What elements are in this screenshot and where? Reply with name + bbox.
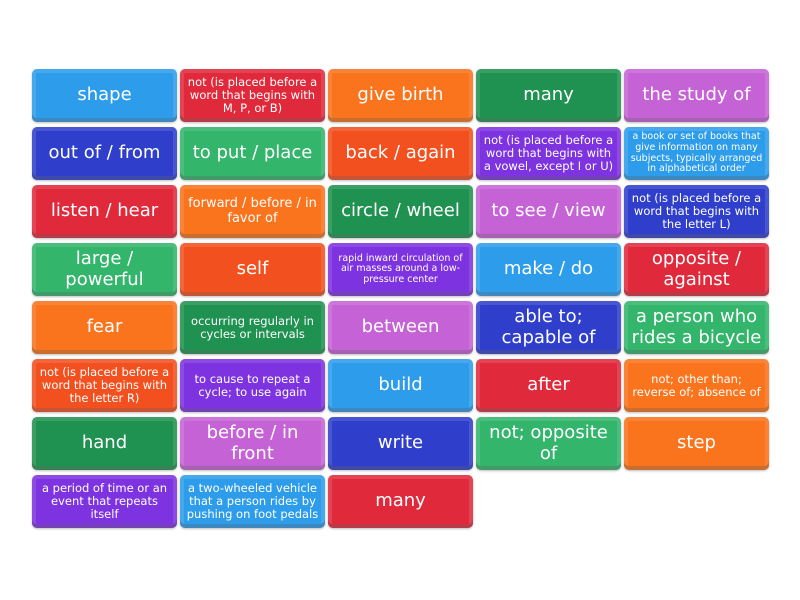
answer-tile[interactable]: able to; capable of (476, 301, 621, 354)
answer-tile[interactable]: after (476, 359, 621, 412)
answer-tile[interactable]: a two-wheeled vehicle that a person ride… (180, 475, 325, 528)
answer-tile[interactable]: to put / place (180, 127, 325, 180)
answer-tile[interactable]: shape (32, 69, 177, 122)
answer-tile[interactable]: forward / before / in favor of (180, 185, 325, 238)
answer-tile[interactable]: step (624, 417, 769, 470)
answer-tile[interactable]: rapid inward circulation of air masses a… (328, 243, 473, 296)
answer-tile[interactable]: opposite / against (624, 243, 769, 296)
answer-tile[interactable]: back / again (328, 127, 473, 180)
answer-tile[interactable]: a person who rides a bicycle (624, 301, 769, 354)
answer-tile[interactable]: not (is placed before a word that begins… (32, 359, 177, 412)
answer-tile[interactable]: self (180, 243, 325, 296)
answer-tile[interactable]: a book or set of books that give informa… (624, 127, 769, 180)
answer-tile[interactable]: not (is placed before a word that begins… (624, 185, 769, 238)
answer-tile[interactable]: hand (32, 417, 177, 470)
answer-tile[interactable]: not; other than; reverse of; absence of (624, 359, 769, 412)
answer-tile[interactable]: the study of (624, 69, 769, 122)
answer-tile[interactable]: out of / from (32, 127, 177, 180)
answer-tile[interactable]: not (is placed before a word that begins… (476, 127, 621, 180)
answer-tile[interactable]: not; opposite of (476, 417, 621, 470)
answer-tile[interactable]: give birth (328, 69, 473, 122)
answer-tile[interactable]: not (is placed before a word that begins… (180, 69, 325, 122)
answer-tile[interactable]: occurring regularly in cycles or interva… (180, 301, 325, 354)
answer-tile[interactable]: many (328, 475, 473, 528)
answer-tile[interactable]: listen / hear (32, 185, 177, 238)
answer-tile[interactable]: to cause to repeat a cycle; to use again (180, 359, 325, 412)
tile-grid: shape not (is placed before a word that b… (32, 69, 769, 528)
answer-tile[interactable]: between (328, 301, 473, 354)
answer-tile[interactable]: fear (32, 301, 177, 354)
answer-tile[interactable]: circle / wheel (328, 185, 473, 238)
answer-tile[interactable]: write (328, 417, 473, 470)
answer-tile[interactable]: many (476, 69, 621, 122)
answer-tile[interactable]: make / do (476, 243, 621, 296)
answer-tile[interactable]: to see / view (476, 185, 621, 238)
answer-tile[interactable]: large / powerful (32, 243, 177, 296)
answer-tile[interactable]: build (328, 359, 473, 412)
answer-tile[interactable]: a period of time or an event that repeat… (32, 475, 177, 528)
answer-tile[interactable]: before / in front (180, 417, 325, 470)
